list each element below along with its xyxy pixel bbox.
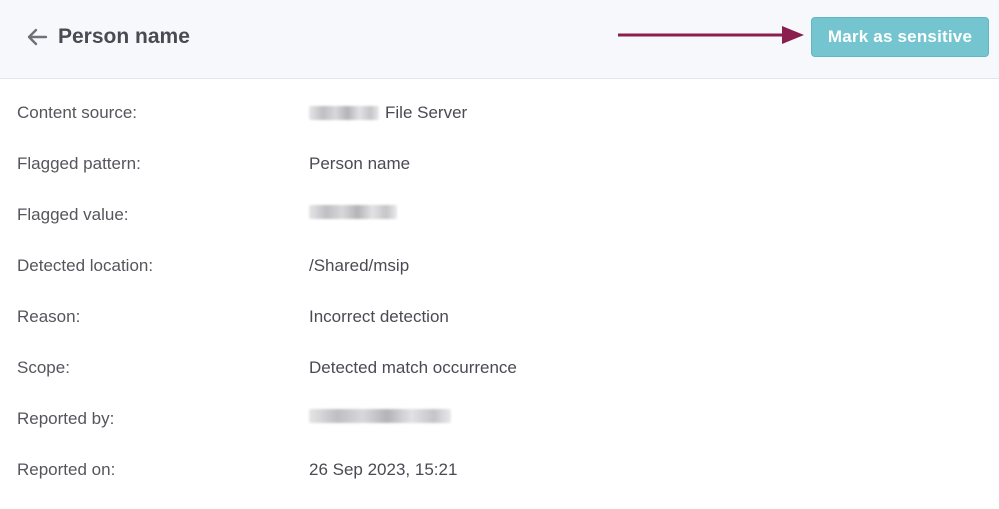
detail-value bbox=[309, 409, 451, 423]
redacted-text bbox=[309, 106, 379, 120]
content-source-value: File Server bbox=[385, 103, 468, 122]
page-title: Person name bbox=[58, 25, 190, 48]
detail-value: 26 Sep 2023, 15:21 bbox=[309, 460, 458, 479]
detail-label: Reported by: bbox=[17, 409, 115, 428]
detail-label: Reported on: bbox=[17, 460, 116, 479]
back-button[interactable] bbox=[24, 24, 50, 50]
redacted-text bbox=[309, 409, 451, 423]
detail-row-reported-by: Reported by: bbox=[0, 394, 999, 445]
detail-row-scope: Scope: Detected match occurrence bbox=[0, 343, 999, 394]
detail-value bbox=[309, 205, 397, 219]
detail-row-reason: Reason: Incorrect detection bbox=[0, 292, 999, 343]
redacted-text bbox=[309, 205, 397, 219]
detail-label: Flagged pattern: bbox=[17, 154, 141, 173]
detail-value: /Shared/msip bbox=[309, 256, 410, 275]
mark-as-sensitive-button[interactable]: Mark as sensitive bbox=[811, 17, 989, 57]
detail-label: Content source: bbox=[17, 103, 138, 122]
detail-label: Scope: bbox=[17, 358, 70, 377]
detail-row-reported-on: Reported on: 26 Sep 2023, 15:21 bbox=[0, 445, 999, 496]
detail-row-detected-location: Detected location: /Shared/msip bbox=[0, 241, 999, 292]
arrow-right-icon bbox=[618, 26, 804, 44]
page-header: Person name Mark as sensitive bbox=[0, 0, 999, 79]
detail-row-flagged-pattern: Flagged pattern: Person name bbox=[0, 139, 999, 190]
detail-value: Detected match occurrence bbox=[309, 358, 517, 377]
detail-label: Flagged value: bbox=[17, 205, 129, 224]
detail-label: Detected location: bbox=[17, 256, 154, 275]
detail-value: Incorrect detection bbox=[309, 307, 449, 326]
arrow-left-icon bbox=[27, 28, 48, 46]
detail-row-content-source: Content source: File Server bbox=[0, 88, 999, 139]
details-list: Content source: File Server Flagged patt… bbox=[0, 79, 999, 496]
detail-row-flagged-value: Flagged value: bbox=[0, 190, 999, 241]
detail-value: Person name bbox=[309, 154, 411, 173]
detail-value: File Server bbox=[309, 103, 467, 123]
detail-label: Reason: bbox=[17, 307, 81, 326]
